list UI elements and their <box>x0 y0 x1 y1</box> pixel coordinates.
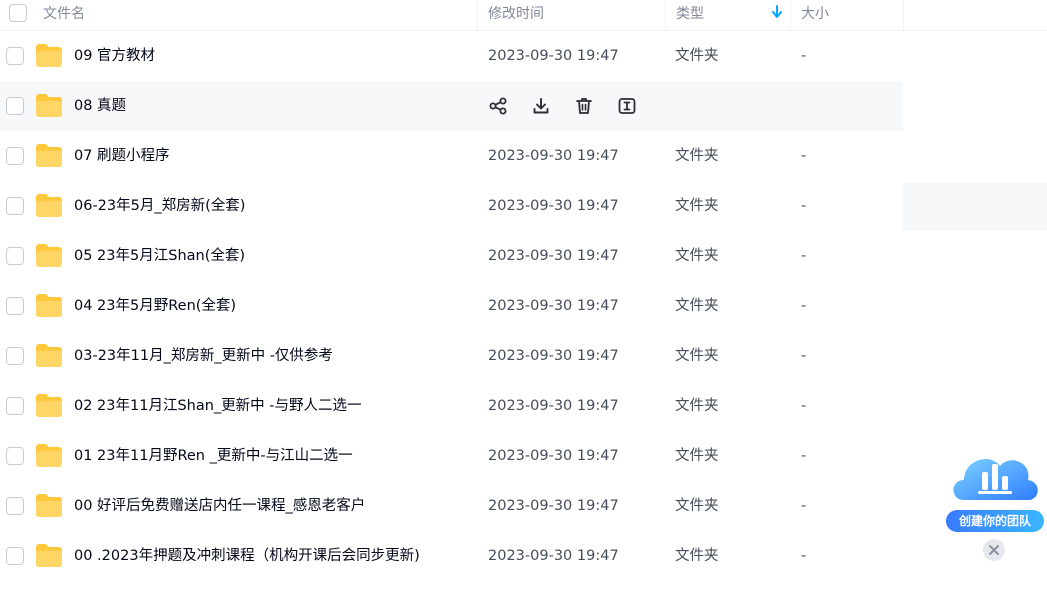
sort-arrow-icon[interactable] <box>771 1 783 32</box>
table-body: 09 官方教材 2023-09-30 19:47 文件夹 - 08 真题 07 刷题小程序… <box>0 31 1047 581</box>
file-size: - <box>801 448 807 464</box>
row-checkbox[interactable] <box>6 297 24 315</box>
file-size: - <box>801 248 807 264</box>
file-type: 文件夹 <box>675 498 719 514</box>
table-row[interactable]: 01 23年11月野Ren _更新中-与江山二选一 2023-09-30 19:4… <box>0 431 1047 481</box>
file-table: 文件名 修改时间 类型 大小 09 官方教材 2023-09-30 19:47 文件… <box>0 0 1047 581</box>
row-checkbox[interactable] <box>6 147 24 165</box>
modified-time: 2023-09-30 19:47 <box>488 198 619 214</box>
folder-icon[interactable] <box>35 43 63 68</box>
table-row[interactable]: 09 官方教材 2023-09-30 19:47 文件夹 - <box>0 31 1047 81</box>
file-name[interactable]: 08 真题 <box>74 81 126 131</box>
file-name[interactable]: 09 官方教材 <box>74 31 155 81</box>
header-size[interactable]: 大小 <box>801 0 829 31</box>
file-type: 文件夹 <box>675 448 719 464</box>
file-type: 文件夹 <box>675 548 719 564</box>
file-name[interactable]: 05 23年5月江Shan(全套) <box>74 231 245 281</box>
row-checkbox[interactable] <box>6 347 24 365</box>
table-row[interactable]: 00 .2023年押题及冲刺课程（机构开课后会同步更新) 2023-09-30 1… <box>0 531 1047 581</box>
column-divider[interactable] <box>790 0 791 31</box>
folder-icon[interactable] <box>35 193 63 218</box>
table-row[interactable]: 06-23年5月_郑房新(全套) 2023-09-30 19:47 文件夹 - <box>0 181 1047 231</box>
file-size: - <box>801 498 807 514</box>
modified-time: 2023-09-30 19:47 <box>488 348 619 364</box>
row-checkbox[interactable] <box>6 547 24 565</box>
file-size: - <box>801 348 807 364</box>
file-type: 文件夹 <box>675 348 719 364</box>
table-row[interactable]: 00 好评后免费赠送店内任一课程_感恩老客户 2023-09-30 19:47 文件… <box>0 481 1047 531</box>
file-type: 文件夹 <box>675 298 719 314</box>
create-team-button[interactable]: 创建你的团队 <box>946 510 1044 532</box>
file-name[interactable]: 06-23年5月_郑房新(全套) <box>74 181 245 231</box>
file-size: - <box>801 298 807 314</box>
share-icon[interactable] <box>486 95 509 118</box>
file-type: 文件夹 <box>675 48 719 64</box>
file-name[interactable]: 07 刷题小程序 <box>74 131 170 181</box>
file-type: 文件夹 <box>675 198 719 214</box>
modified-time: 2023-09-30 19:47 <box>488 398 619 414</box>
select-all-checkbox[interactable] <box>9 4 27 22</box>
modified-time: 2023-09-30 19:47 <box>488 548 619 564</box>
row-checkbox[interactable] <box>6 497 24 515</box>
table-header: 文件名 修改时间 类型 大小 <box>0 0 1047 31</box>
modified-time: 2023-09-30 19:47 <box>488 498 619 514</box>
close-widget-icon[interactable] <box>982 538 1006 562</box>
table-row[interactable]: 08 真题 <box>0 81 1047 131</box>
download-icon[interactable] <box>529 95 552 118</box>
file-type: 文件夹 <box>675 398 719 414</box>
modified-time: 2023-09-30 19:47 <box>488 448 619 464</box>
header-name[interactable]: 文件名 <box>43 0 85 31</box>
side-hover-area <box>903 183 1047 231</box>
row-checkbox[interactable] <box>6 397 24 415</box>
rename-icon[interactable] <box>615 95 638 118</box>
file-size: - <box>801 548 807 564</box>
delete-icon[interactable] <box>572 95 595 118</box>
folder-icon[interactable] <box>35 343 63 368</box>
file-size: - <box>801 48 807 64</box>
row-checkbox[interactable] <box>6 447 24 465</box>
modified-time: 2023-09-30 19:47 <box>488 48 619 64</box>
folder-icon[interactable] <box>35 243 63 268</box>
table-row[interactable]: 05 23年5月江Shan(全套) 2023-09-30 19:47 文件夹 - <box>0 231 1047 281</box>
table-row[interactable]: 04 23年5月野Ren(全套) 2023-09-30 19:47 文件夹 - <box>0 281 1047 331</box>
file-name[interactable]: 01 23年11月野Ren _更新中-与江山二选一 <box>74 431 353 481</box>
folder-icon[interactable] <box>35 393 63 418</box>
row-hover-background <box>0 81 903 131</box>
file-name[interactable]: 04 23年5月野Ren(全套) <box>74 281 236 331</box>
header-modified[interactable]: 修改时间 <box>488 0 544 31</box>
table-row[interactable]: 03-23年11月_郑房新_更新中 -仅供参考 2023-09-30 19:47 文… <box>0 331 1047 381</box>
row-checkbox[interactable] <box>6 47 24 65</box>
modified-time: 2023-09-30 19:47 <box>488 298 619 314</box>
file-name[interactable]: 03-23年11月_郑房新_更新中 -仅供参考 <box>74 331 333 381</box>
folder-icon[interactable] <box>35 443 63 468</box>
modified-time: 2023-09-30 19:47 <box>488 248 619 264</box>
column-divider[interactable] <box>665 0 666 31</box>
file-size: - <box>801 198 807 214</box>
file-name[interactable]: 02 23年11月江Shan_更新中 -与野人二选一 <box>74 381 362 431</box>
row-checkbox[interactable] <box>6 197 24 215</box>
team-widget[interactable]: 创建你的团队 <box>944 438 1046 568</box>
column-divider[interactable] <box>477 0 478 31</box>
row-checkbox[interactable] <box>6 247 24 265</box>
cloud-chart-icon <box>953 458 1038 500</box>
column-divider[interactable] <box>903 0 904 31</box>
file-name[interactable]: 00 .2023年押题及冲刺课程（机构开课后会同步更新) <box>74 531 420 581</box>
folder-icon[interactable] <box>35 543 63 568</box>
row-checkbox[interactable] <box>6 97 24 115</box>
row-actions <box>486 81 638 131</box>
table-row[interactable]: 02 23年11月江Shan_更新中 -与野人二选一 2023-09-30 19:… <box>0 381 1047 431</box>
modified-time: 2023-09-30 19:47 <box>488 148 619 164</box>
folder-icon[interactable] <box>35 143 63 168</box>
folder-icon[interactable] <box>35 493 63 518</box>
file-size: - <box>801 148 807 164</box>
file-name[interactable]: 00 好评后免费赠送店内任一课程_感恩老客户 <box>74 481 365 531</box>
file-size: - <box>801 398 807 414</box>
folder-icon[interactable] <box>35 93 63 118</box>
folder-icon[interactable] <box>35 293 63 318</box>
table-row[interactable]: 07 刷题小程序 2023-09-30 19:47 文件夹 - <box>0 131 1047 181</box>
file-type: 文件夹 <box>675 248 719 264</box>
file-type: 文件夹 <box>675 148 719 164</box>
header-type[interactable]: 类型 <box>676 0 704 31</box>
